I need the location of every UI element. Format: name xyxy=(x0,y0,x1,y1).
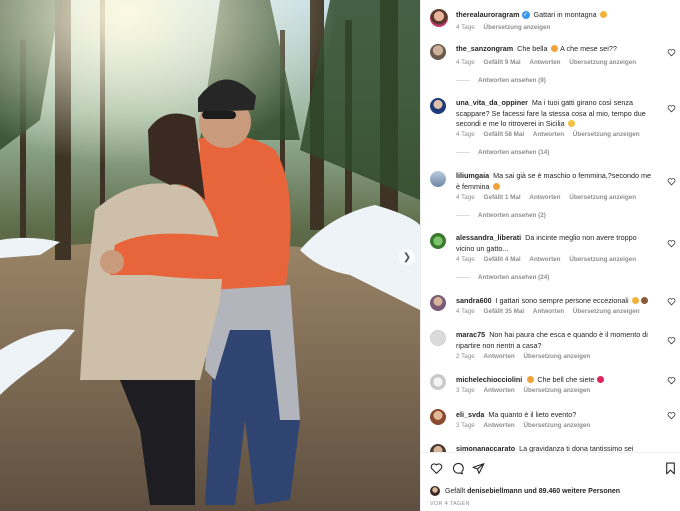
author-username[interactable]: therealauroragram xyxy=(456,10,520,19)
reply-button[interactable]: Antworten xyxy=(533,131,564,138)
translate-link[interactable]: Übersetzung anzeigen xyxy=(573,308,640,315)
comment-avatar[interactable] xyxy=(430,44,446,60)
like-comment-heart-icon[interactable] xyxy=(667,297,676,306)
comment-time: 4 Tage xyxy=(456,131,475,138)
liker-username[interactable]: denisebiellmann xyxy=(467,488,522,495)
comment-text: Ma quanto è il lieto evento? xyxy=(488,410,577,419)
comment-username[interactable]: marac75 xyxy=(456,330,485,339)
like-comment-heart-icon[interactable] xyxy=(667,177,676,186)
translate-link[interactable]: Übersetzung anzeigen xyxy=(523,422,590,429)
comment-username[interactable]: una_vita_da_oppiner xyxy=(456,98,528,107)
comment-username[interactable]: alessandra_liberati xyxy=(456,233,521,242)
comment-time: 4 Tage xyxy=(456,308,475,315)
heart-eyes-emoji-icon xyxy=(550,45,558,52)
author-avatar[interactable] xyxy=(430,9,448,27)
caption-time: 4 Tage xyxy=(456,24,475,31)
cat-face-emoji-icon xyxy=(599,11,607,18)
translate-link[interactable]: Übersetzung anzeigen xyxy=(523,387,590,394)
cat-face-emoji-icon xyxy=(631,297,639,304)
comment-avatar[interactable] xyxy=(430,295,446,311)
comment-avatar[interactable] xyxy=(430,374,446,390)
comment-time: 3 Tage xyxy=(456,387,475,394)
reply-button[interactable]: Antworten xyxy=(533,308,564,315)
view-replies-button[interactable]: Antworten ansehen (14) xyxy=(456,149,549,156)
like-comment-heart-icon[interactable] xyxy=(667,104,676,113)
like-comment-heart-icon[interactable] xyxy=(667,336,676,345)
comment-icon[interactable] xyxy=(451,462,464,475)
comment-time: 3 Tage xyxy=(456,422,475,429)
reply-button[interactable]: Antworten xyxy=(484,387,515,394)
likes-suffix[interactable]: und 89.460 weitere Personen xyxy=(524,488,620,495)
heart-icon[interactable] xyxy=(430,462,443,475)
chevron-right-icon: ❯ xyxy=(402,251,412,263)
post-caption: therealauroragram ✓ Gattari in montagna 4… xyxy=(421,0,680,40)
comment-likes[interactable]: Gefällt 58 Mal xyxy=(484,131,525,138)
post-actions-bar: Gefällt denisebiellmann und 89.460 weite… xyxy=(421,452,680,511)
comment-time: 4 Tage xyxy=(456,194,475,201)
comment-username[interactable]: michelechiocciolini xyxy=(456,375,522,384)
translate-link[interactable]: Übersetzung anzeigen xyxy=(569,59,636,66)
view-replies-button[interactable]: Antworten ansehen (9) xyxy=(456,77,546,84)
verified-badge-icon: ✓ xyxy=(521,11,530,20)
reply-button[interactable]: Antworten xyxy=(529,59,560,66)
red-heart-emoji-icon xyxy=(597,376,605,383)
post-date: VOR 4 TAGEN xyxy=(430,501,470,507)
comments-panel: therealauroragram ✓ Gattari in montagna 4… xyxy=(420,0,680,511)
like-comment-heart-icon[interactable] xyxy=(667,239,676,248)
likes-summary: Gefällt denisebiellmann und 89.460 weite… xyxy=(430,486,620,496)
translate-link[interactable]: Übersetzung anzeigen xyxy=(569,194,636,201)
comment-likes[interactable]: Gefällt 4 Mal xyxy=(484,256,521,263)
comment-text: I gattari sono sempre persone eccezional… xyxy=(495,296,629,305)
comment-username[interactable]: eli_svda xyxy=(456,410,484,419)
comment-time: 4 Tage xyxy=(456,256,475,263)
photo-illustration xyxy=(0,0,420,511)
like-comment-heart-icon[interactable] xyxy=(667,376,676,385)
view-replies-button[interactable]: Antworten ansehen (24) xyxy=(456,274,549,281)
paw-emoji-icon xyxy=(640,297,648,304)
comment-text: Che bella xyxy=(517,44,548,53)
comment-avatar[interactable] xyxy=(430,98,446,114)
comment-likes[interactable]: Gefällt 1 Mal xyxy=(484,194,521,201)
comment-likes[interactable]: Gefällt 35 Mal xyxy=(484,308,525,315)
reply-button[interactable]: Antworten xyxy=(484,422,515,429)
comment-avatar[interactable] xyxy=(430,444,446,452)
comment-time: 4 Tage xyxy=(456,59,475,66)
heart-eyes-emoji-icon xyxy=(492,182,500,190)
translate-link[interactable]: Übersetzung anzeigen xyxy=(569,256,636,263)
comment-text: Che bell che siete xyxy=(537,375,595,384)
translate-link[interactable]: Übersetzung anzeigen xyxy=(523,353,590,360)
view-replies-button[interactable]: Antworten ansehen (2) xyxy=(456,212,546,219)
translate-link[interactable]: Übersetzung anzeigen xyxy=(573,131,640,138)
likes-prefix: Gefällt xyxy=(444,487,466,495)
comments-list: the_sanzongram Che bella A che mese sei?… xyxy=(421,40,680,452)
comment-avatar[interactable] xyxy=(430,409,446,425)
caption-text: Gattari in montagna xyxy=(533,10,597,19)
like-comment-heart-icon[interactable] xyxy=(667,411,676,420)
comment-username[interactable]: the_sanzongram xyxy=(456,44,513,53)
heart-eyes-emoji-icon xyxy=(527,376,535,383)
caption-translate-link[interactable]: Übersetzung anzeigen xyxy=(484,24,551,31)
next-photo-button[interactable]: ❯ xyxy=(399,249,415,265)
comment-time: 2 Tage xyxy=(456,353,475,360)
comment-username[interactable]: sandra600 xyxy=(456,296,492,305)
comment-likes[interactable]: Gefällt 9 Mal xyxy=(484,59,521,66)
bookmark-icon[interactable] xyxy=(664,462,677,475)
like-comment-heart-icon[interactable] xyxy=(667,48,676,57)
liker-avatar[interactable] xyxy=(430,486,440,496)
reply-button[interactable]: Antworten xyxy=(529,194,560,201)
comment-avatar[interactable] xyxy=(430,330,446,346)
comment-username[interactable]: simonanaccarato xyxy=(456,444,515,452)
reply-button[interactable]: Antworten xyxy=(529,256,560,263)
share-icon[interactable] xyxy=(472,462,485,475)
comment-text-continued: A che mese sei?? xyxy=(560,44,617,53)
comment-username[interactable]: liliumgaia xyxy=(456,171,489,180)
reply-button[interactable]: Antworten xyxy=(484,353,515,360)
comment-avatar[interactable] xyxy=(430,171,446,187)
post-photo: ❯ xyxy=(0,0,420,511)
comment-text: La gravidanza ti dona tantissimo sei xyxy=(519,444,634,452)
laughing-emoji-icon xyxy=(567,120,575,127)
comment-avatar[interactable] xyxy=(430,233,446,249)
